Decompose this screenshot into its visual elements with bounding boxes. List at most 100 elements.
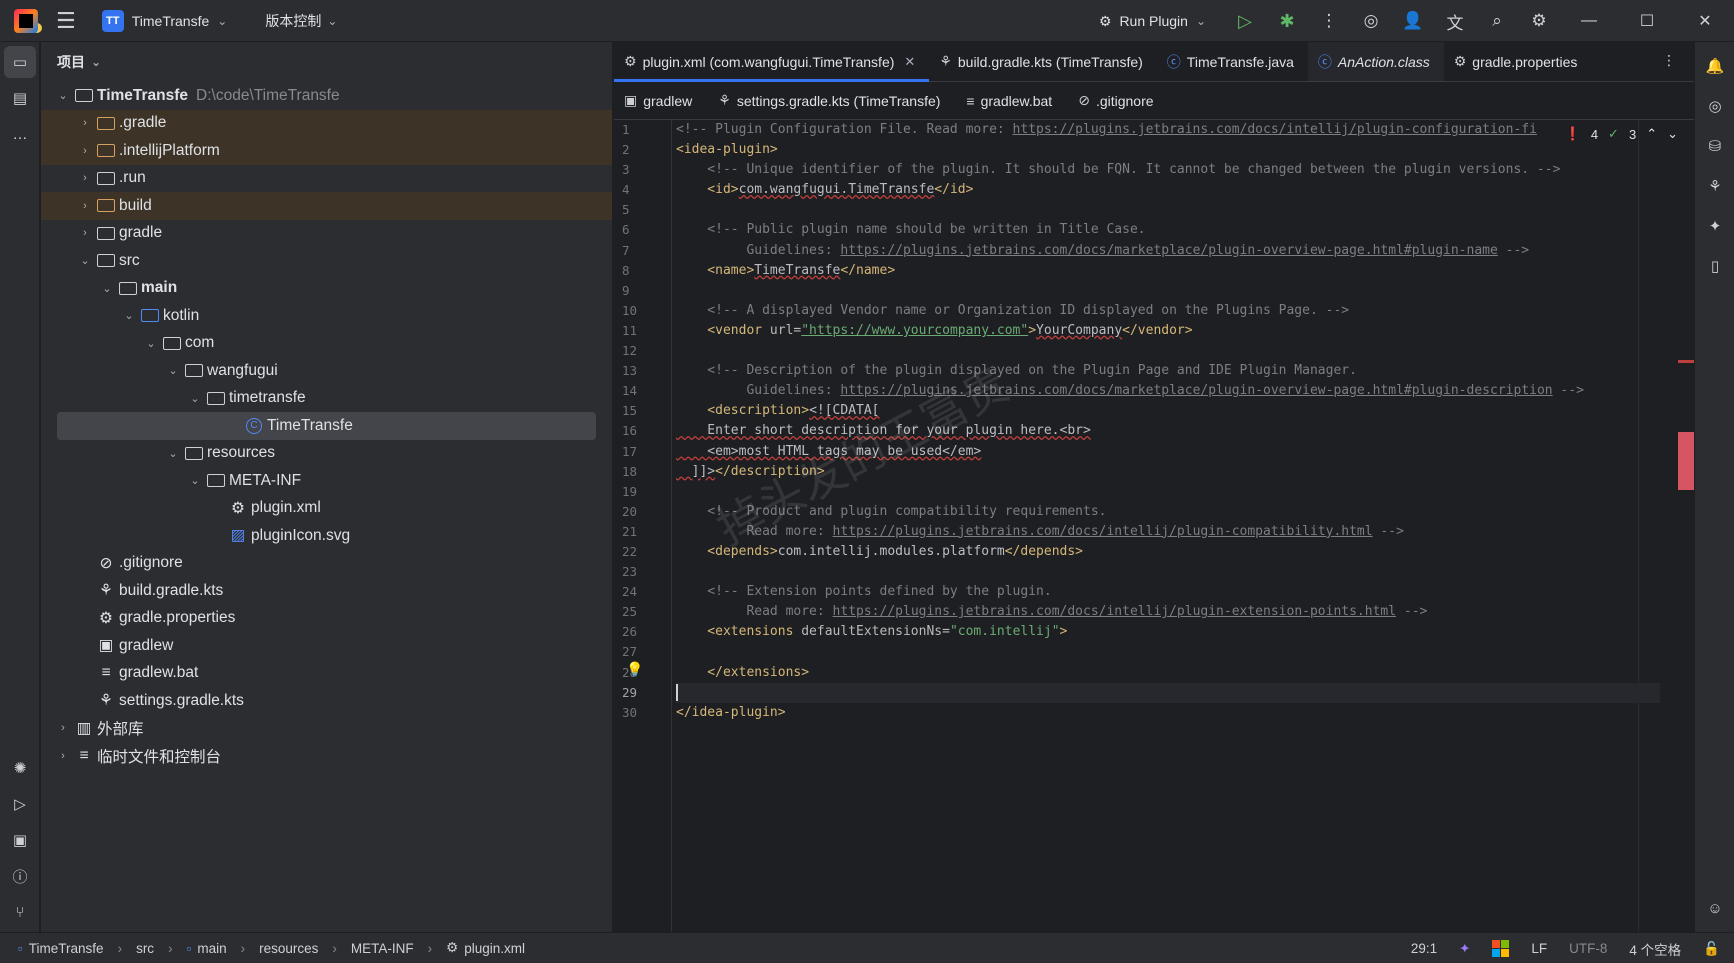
structure-tool-icon[interactable]: ▤: [4, 82, 36, 114]
lightbulb-icon[interactable]: 💡: [626, 662, 643, 678]
bookmarks-icon[interactable]: ▯: [1699, 250, 1731, 282]
tab-anaction-class[interactable]: ⓒ AnAction.class: [1307, 42, 1444, 81]
breadcrumb-item[interactable]: plugin.xml: [464, 941, 525, 956]
close-window-button[interactable]: ✕: [1676, 0, 1734, 42]
tree-item[interactable]: › gradle: [41, 220, 612, 248]
code-link[interactable]: https://plugins.jetbrains.com/docs/intel…: [1013, 122, 1537, 137]
tree-item[interactable]: › .run: [41, 165, 612, 193]
tree-item[interactable]: ⌄ src: [41, 247, 612, 275]
project-switcher[interactable]: TT TimeTransfe ⌄: [101, 9, 227, 32]
line-number[interactable]: 24: [614, 582, 671, 602]
indent-setting[interactable]: 4 个空格: [1629, 939, 1681, 959]
tab-build-gradle[interactable]: ⚘ build.gradle.kts (TimeTransfe): [929, 42, 1156, 81]
more-tools-icon[interactable]: …: [4, 118, 36, 150]
line-number[interactable]: 4: [614, 180, 671, 200]
tree-item[interactable]: ⌄ timetransfe: [41, 385, 612, 413]
line-number[interactable]: 22: [614, 542, 671, 562]
windows-logo-icon[interactable]: [1492, 940, 1510, 957]
tree-root[interactable]: ⌄ TimeTransfe D:\code\TimeTransfe: [41, 82, 612, 110]
tree-item[interactable]: › ≡ 临时文件和控制台: [41, 742, 612, 770]
tab-gradlew-bat[interactable]: ≡ gradlew.bat: [956, 93, 1068, 109]
line-number[interactable]: 5: [614, 200, 671, 220]
tree-item[interactable]: › .intellijPlatform: [41, 137, 612, 165]
line-number[interactable]: 26: [614, 622, 671, 642]
line-number[interactable]: 7: [614, 241, 671, 261]
tree-item[interactable]: ▣ gradlew: [41, 632, 612, 660]
line-number[interactable]: 30: [614, 703, 671, 723]
line-number[interactable]: 3: [614, 160, 671, 180]
code-link[interactable]: https://plugins.jetbrains.com/docs/intel…: [833, 524, 1373, 539]
chevron-right-icon[interactable]: ›: [77, 117, 93, 129]
code-editor[interactable]: 1 2 3 4 5 6 7 8 9 10 11 12 13 14 15 16 17 18 19 20 21 22 23 24 2…: [614, 120, 1694, 932]
chevron-right-icon[interactable]: ›: [77, 145, 93, 157]
tree-item[interactable]: › .gradle: [41, 109, 612, 137]
git-icon[interactable]: ⑂: [4, 896, 36, 928]
line-number[interactable]: 14: [614, 381, 671, 401]
debug-icon[interactable]: ✱: [1266, 0, 1308, 42]
tab-settings-gradle[interactable]: ⚘ settings.gradle.kts (TimeTransfe): [708, 92, 956, 109]
code-link[interactable]: "https://www.yourcompany.com": [801, 323, 1028, 338]
tree-item[interactable]: ⌄ com: [41, 330, 612, 358]
line-number[interactable]: 1: [614, 120, 671, 140]
breadcrumb-item[interactable]: src: [136, 941, 154, 956]
project-panel-header[interactable]: 项目 ⌄: [41, 42, 612, 82]
tree-item[interactable]: ⌄ wangfugui: [41, 357, 612, 385]
problems-icon[interactable]: ⓘ: [4, 860, 36, 892]
ai-assistant-icon[interactable]: ◎: [1350, 0, 1392, 42]
gradle-tool-icon[interactable]: ⚘: [1699, 170, 1731, 202]
chevron-down-icon[interactable]: ⌄: [121, 309, 137, 322]
lock-icon[interactable]: 🔓: [1703, 941, 1720, 957]
chevron-right-icon[interactable]: ›: [77, 227, 93, 239]
breadcrumb-item[interactable]: resources: [259, 941, 318, 956]
line-number[interactable]: 6: [614, 220, 671, 240]
tab-gradle-properties[interactable]: ⚙ gradle.properties: [1444, 42, 1592, 81]
tree-item[interactable]: ⌄ kotlin: [41, 302, 612, 330]
settings-gear-icon[interactable]: ⚙: [1518, 0, 1560, 42]
chevron-down-icon[interactable]: ⌄: [165, 447, 181, 460]
project-tool-icon[interactable]: ▭: [4, 46, 36, 78]
tab-gradlew[interactable]: ▣ gradlew: [614, 92, 708, 109]
minimize-button[interactable]: —: [1560, 0, 1618, 42]
tree-item[interactable]: ≡ gradlew.bat: [41, 660, 612, 688]
tree-item[interactable]: ⌄ resources: [41, 440, 612, 468]
tree-item[interactable]: › ▥ 外部库: [41, 715, 612, 743]
code-link[interactable]: https://plugins.jetbrains.com/docs/marke…: [840, 383, 1552, 398]
line-separator[interactable]: LF: [1531, 941, 1547, 956]
close-icon[interactable]: ✕: [904, 54, 915, 70]
error-stripe-mark[interactable]: [1678, 360, 1694, 363]
line-number[interactable]: 13: [614, 361, 671, 381]
database-icon[interactable]: ⛁: [1699, 130, 1731, 162]
more-tabs-icon[interactable]: ⋮: [1662, 52, 1676, 69]
breadcrumb-item[interactable]: META-INF: [351, 941, 414, 956]
chevron-down-icon[interactable]: ⌄: [99, 282, 115, 295]
tree-item[interactable]: › build: [41, 192, 612, 220]
tree-item[interactable]: ⌄ main: [41, 275, 612, 303]
chevron-right-icon[interactable]: ›: [55, 722, 71, 734]
ai-assistant-icon[interactable]: ☺: [1699, 892, 1731, 924]
line-number[interactable]: 19: [614, 482, 671, 502]
chevron-up-icon[interactable]: ⌃: [1646, 126, 1657, 142]
more-actions-icon[interactable]: ⋮: [1308, 0, 1350, 42]
chevron-down-icon[interactable]: ⌄: [143, 337, 159, 350]
tree-item-selected[interactable]: C TimeTransfe: [57, 412, 596, 440]
line-number[interactable]: 11: [614, 321, 671, 341]
error-stripe-mark[interactable]: [1678, 432, 1694, 490]
chevron-down-icon[interactable]: ⌄: [1667, 126, 1678, 142]
inspection-widget[interactable]: ❗ 4 ✓ 3 ⌃ ⌄: [1565, 126, 1678, 142]
line-number[interactable]: 8: [614, 261, 671, 281]
tree-item[interactable]: ⌄ META-INF: [41, 467, 612, 495]
tree-item[interactable]: ⚘ build.gradle.kts: [41, 577, 612, 605]
line-number[interactable]: 2: [614, 140, 671, 160]
chevron-down-icon[interactable]: ⌄: [187, 474, 203, 487]
caret-position[interactable]: 29:1: [1411, 941, 1437, 956]
line-number[interactable]: 10: [614, 301, 671, 321]
chevron-right-icon[interactable]: ›: [77, 200, 93, 212]
tree-item[interactable]: ▨ pluginIcon.svg: [41, 522, 612, 550]
line-number[interactable]: 9: [614, 281, 671, 301]
run-tool-icon[interactable]: ▷: [4, 788, 36, 820]
notifications-icon[interactable]: 🔔: [1699, 50, 1731, 82]
tree-item[interactable]: ⚘ settings.gradle.kts: [41, 687, 612, 715]
code-link[interactable]: https://plugins.jetbrains.com/docs/intel…: [833, 604, 1397, 619]
run-config-selector[interactable]: ⚙ Run Plugin ⌄: [1099, 13, 1206, 30]
chevron-down-icon[interactable]: ⌄: [165, 364, 181, 377]
